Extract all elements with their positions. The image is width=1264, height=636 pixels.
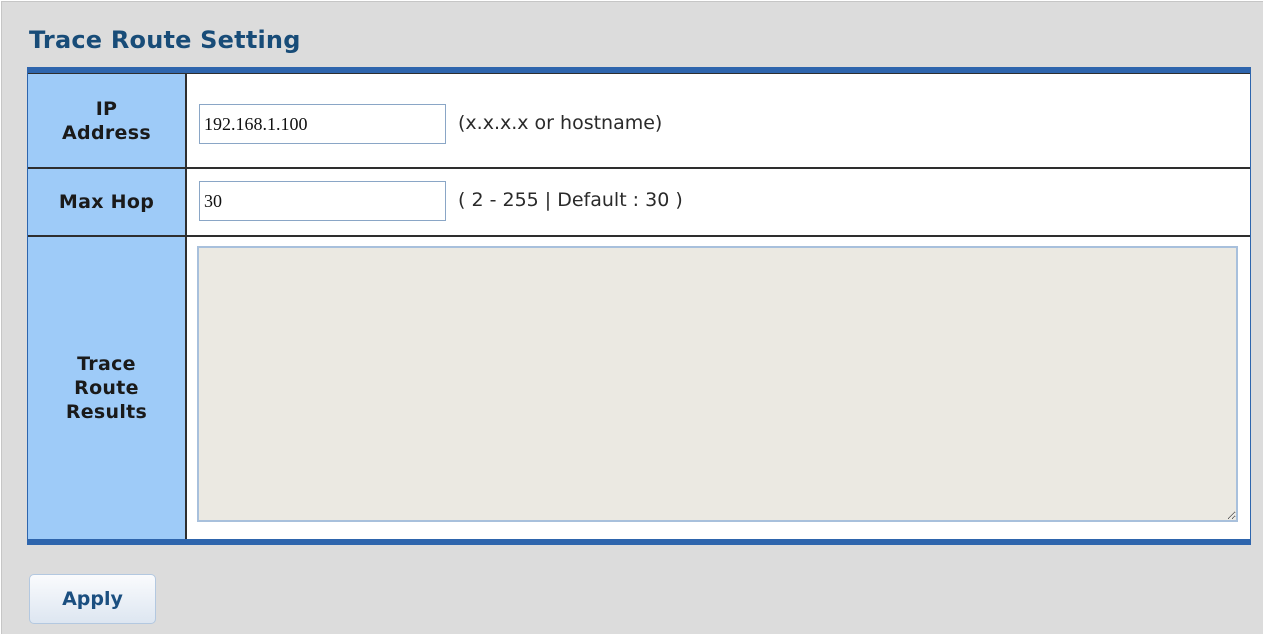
ip-address-hint: (x.x.x.x or hostname) [458, 112, 663, 134]
ip-address-label: IP Address [28, 74, 185, 167]
ip-address-cell: (x.x.x.x or hostname) [187, 74, 1250, 167]
trace-results-cell [187, 237, 1250, 539]
trace-route-form: IP Address (x.x.x.x or hostname) Max Hop… [27, 67, 1251, 545]
ip-address-label-line2: Address [62, 121, 151, 144]
apply-button[interactable]: Apply [29, 574, 156, 624]
trace-results-label-line1: Trace [77, 353, 136, 375]
trace-results-label-line2: Route [74, 377, 139, 399]
page-title: Trace Route Setting [29, 26, 301, 54]
max-hop-hint: ( 2 - 255 | Default : 30 ) [458, 189, 683, 211]
max-hop-cell: ( 2 - 255 | Default : 30 ) [187, 169, 1250, 235]
max-hop-label: Max Hop [28, 169, 185, 235]
trace-results-label: Trace Route Results [28, 237, 185, 539]
trace-results-label-line3: Results [65, 401, 148, 423]
ip-address-row: IP Address (x.x.x.x or hostname) [28, 74, 1250, 167]
max-hop-row: Max Hop ( 2 - 255 | Default : 30 ) [28, 169, 1250, 235]
ip-address-label-line1: IP [95, 97, 118, 120]
page: Trace Route Setting IP Address (x.x.x.x … [1, 1, 1263, 634]
trace-results-textarea[interactable] [197, 246, 1238, 522]
ip-address-input[interactable] [199, 104, 446, 144]
trace-results-row: Trace Route Results [28, 237, 1250, 539]
max-hop-input[interactable] [199, 181, 446, 221]
